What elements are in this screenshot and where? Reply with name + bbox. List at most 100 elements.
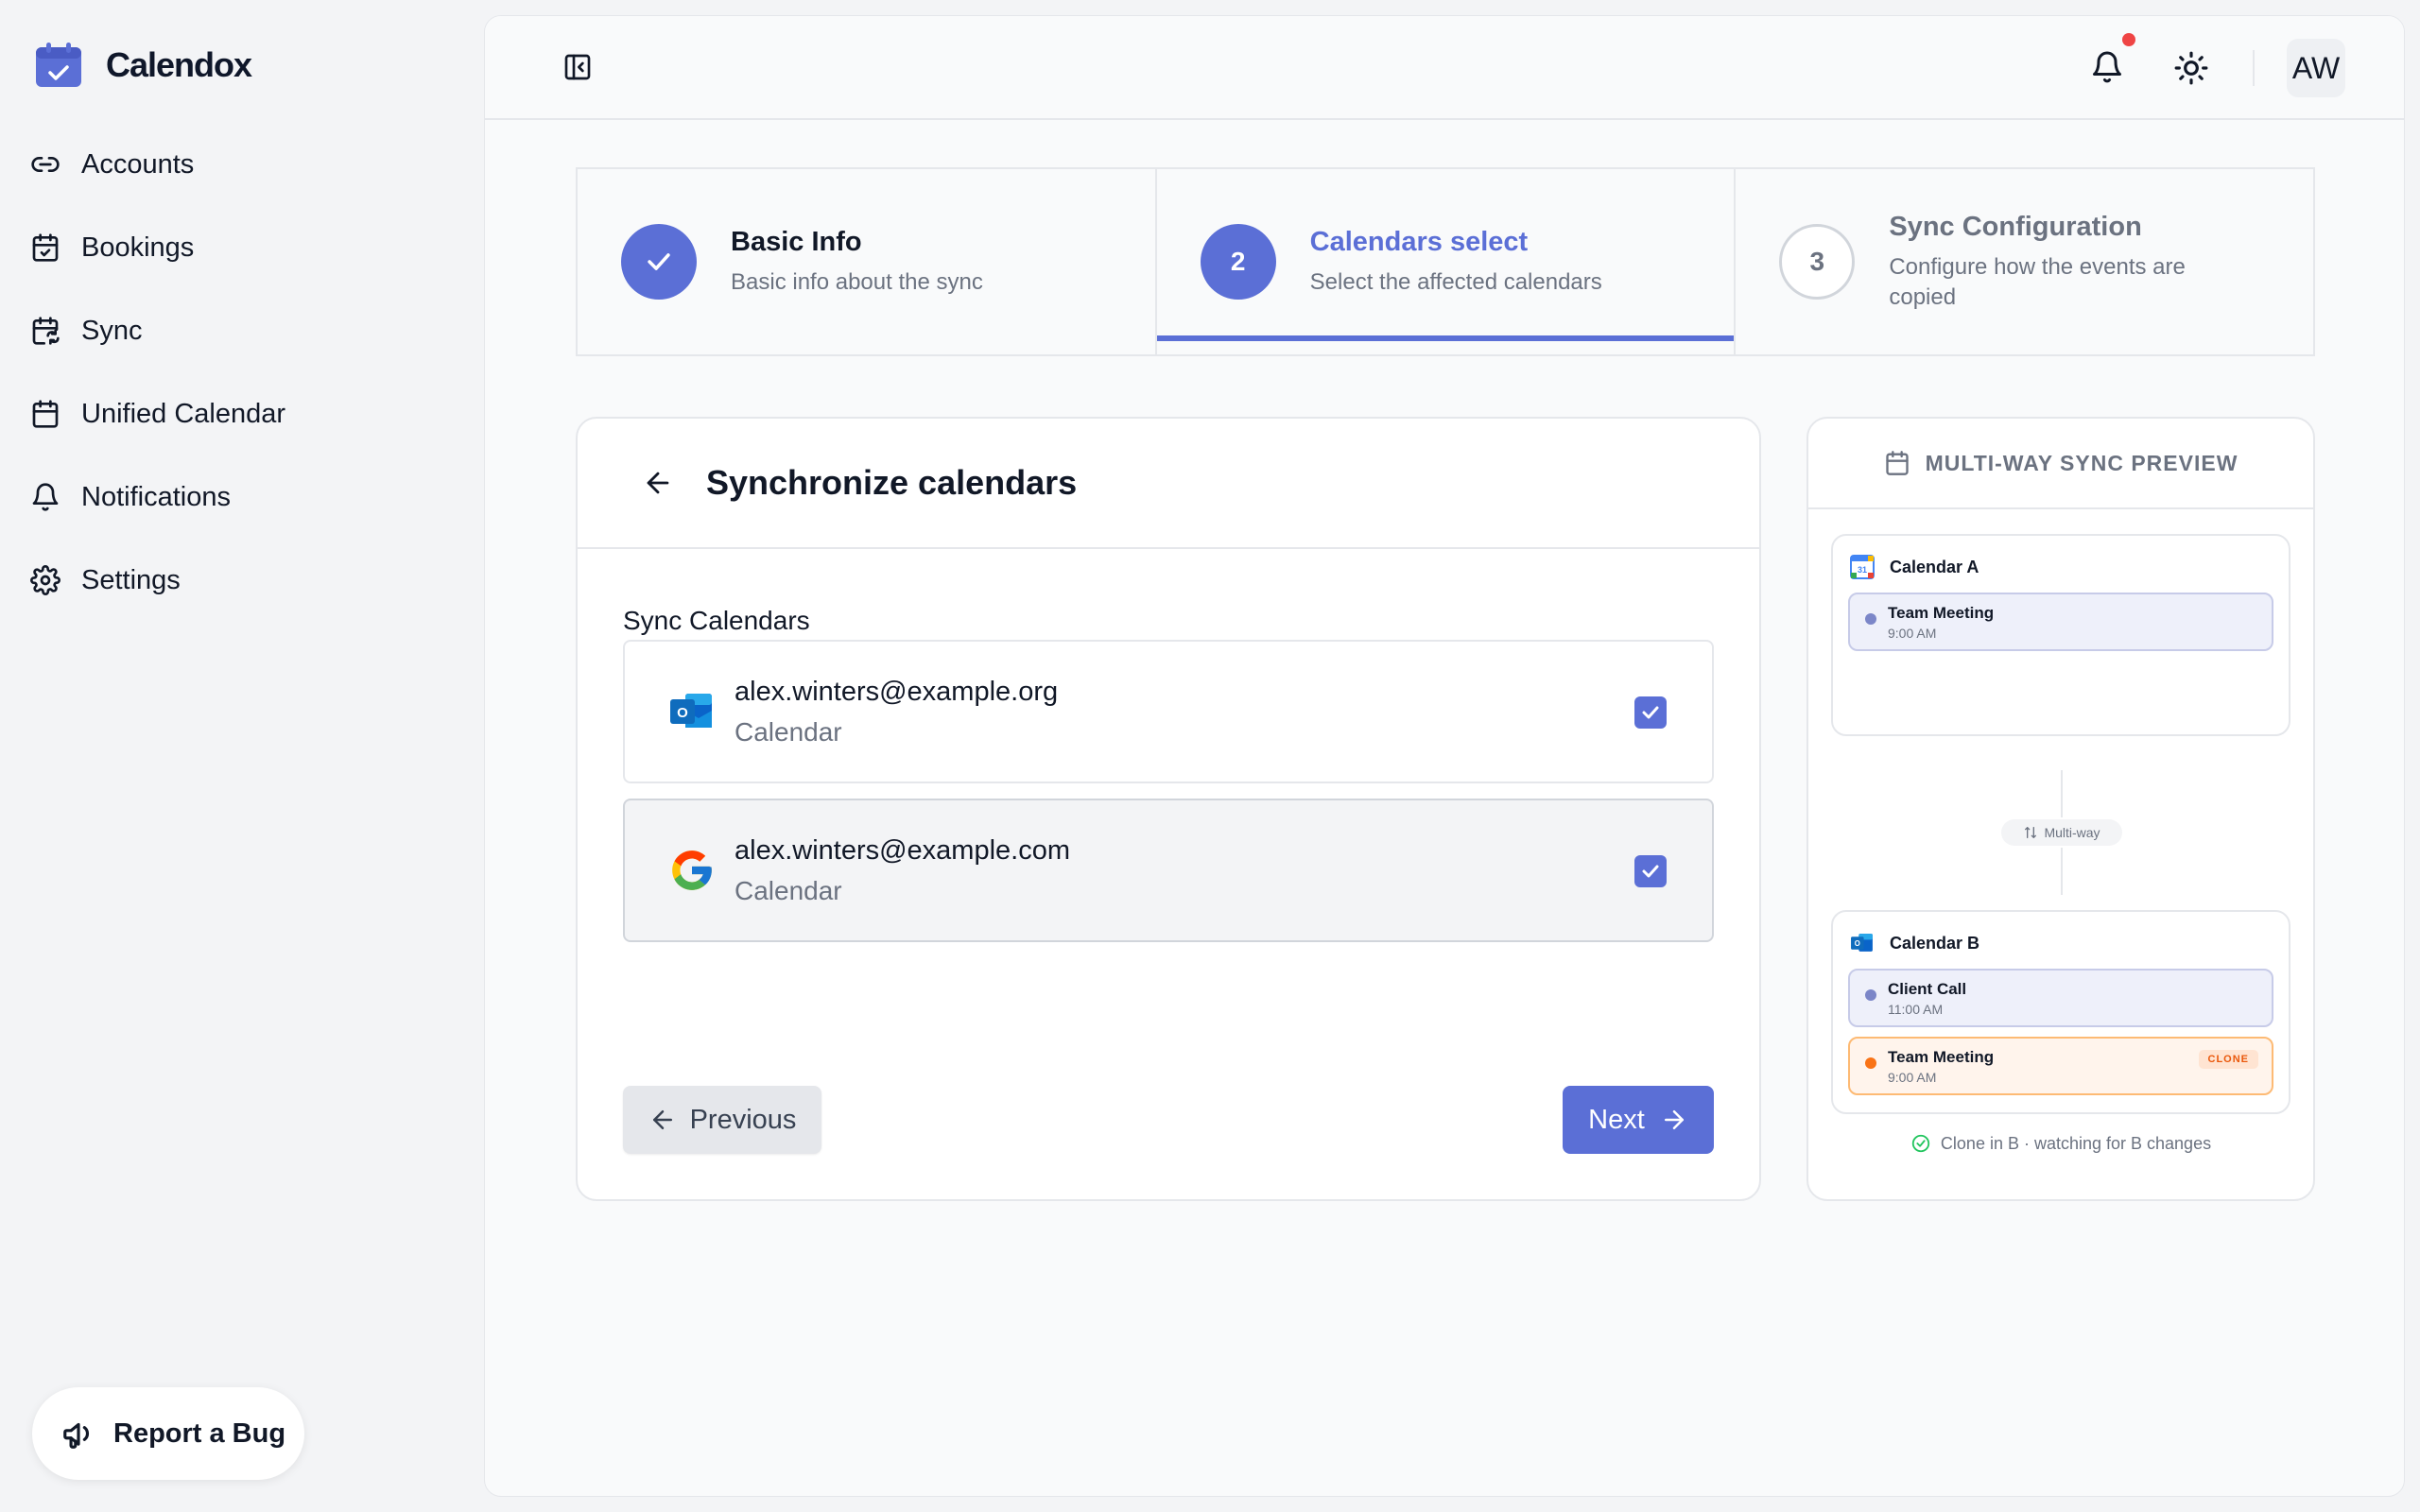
previous-button[interactable]: Previous bbox=[623, 1086, 821, 1154]
arrow-right-icon bbox=[1664, 1110, 1684, 1129]
calendar-logo-icon bbox=[36, 43, 81, 87]
app-name: Calendox bbox=[106, 45, 252, 84]
step-title: Sync Configuration bbox=[1889, 211, 2142, 242]
next-label: Next bbox=[1588, 1104, 1645, 1135]
check-icon bbox=[648, 253, 670, 270]
topbar-divider bbox=[2253, 50, 2255, 86]
connector-line bbox=[2061, 848, 2063, 895]
google-icon bbox=[672, 850, 712, 890]
gear-icon bbox=[30, 565, 60, 595]
calendar-sublabel: Calendar bbox=[735, 716, 842, 747]
sidebar-item-label: Bookings bbox=[81, 232, 195, 263]
topbar: AW bbox=[485, 16, 2404, 120]
preview-calendar-name: Calendar B bbox=[1890, 933, 1980, 953]
calendar-icon bbox=[32, 400, 59, 428]
step-complete-indicator bbox=[621, 224, 697, 300]
connector-line bbox=[2061, 770, 2063, 817]
calendar-checkbox[interactable] bbox=[1634, 855, 1667, 887]
avatar[interactable]: AW bbox=[2287, 39, 2345, 97]
event-dot bbox=[1865, 1057, 1876, 1069]
swap-vertical-icon bbox=[2025, 827, 2037, 838]
event-time: 9:00 AM bbox=[1888, 1070, 1937, 1085]
link-icon bbox=[31, 157, 60, 172]
card-header: Synchronize calendars bbox=[578, 419, 1759, 549]
step-title: Calendars select bbox=[1309, 226, 1529, 257]
outlook-icon: O bbox=[1851, 934, 1873, 952]
sidebar-item-label: Settings bbox=[81, 564, 181, 595]
step-calendars-select[interactable]: 2 Calendars select Select the affected c… bbox=[1154, 169, 1735, 354]
card-title: Synchronize calendars bbox=[706, 463, 1078, 502]
preview-footer: Clone in B · watching for B changes bbox=[1808, 1133, 2313, 1154]
calendar-row-google[interactable]: alex.winters@example.com Calendar bbox=[623, 799, 1714, 942]
check-icon bbox=[1642, 706, 1659, 719]
event-title: Team Meeting bbox=[1888, 604, 1995, 622]
sidebar-item-settings[interactable]: Settings bbox=[30, 539, 285, 622]
check-icon bbox=[1642, 865, 1659, 878]
step-description: Select the affected calendars bbox=[1309, 268, 1602, 295]
sidebar-item-accounts[interactable]: Accounts bbox=[30, 123, 285, 206]
report-bug-label: Report a Bug bbox=[113, 1418, 286, 1449]
preview-event-clone: Team Meeting 9:00 AM CLONE bbox=[1848, 1037, 2273, 1095]
step-sync-configuration[interactable]: 3 Sync Configuration Configure how the e… bbox=[1734, 169, 2313, 354]
sidebar-item-label: Sync bbox=[81, 315, 143, 346]
next-button[interactable]: Next bbox=[1563, 1086, 1714, 1154]
calendar-sync-icon bbox=[32, 317, 60, 345]
main-panel: AW Basic Info Basic info about the sync … bbox=[484, 15, 2405, 1497]
calendar-email: alex.winters@example.org bbox=[735, 676, 1059, 707]
sidebar-collapse-icon[interactable] bbox=[562, 52, 593, 82]
sidebar-item-label: Notifications bbox=[81, 481, 231, 512]
notifications-bell-icon[interactable] bbox=[2090, 50, 2124, 84]
outlook-icon: O bbox=[670, 694, 712, 728]
sidebar: Calendox Accounts Bookings Sync Unified … bbox=[0, 0, 484, 1512]
svg-text:O: O bbox=[1855, 939, 1860, 948]
preview-calendar-a: 31 Calendar A Team Meeting 9:00 AM bbox=[1831, 534, 2290, 736]
back-arrow-icon[interactable] bbox=[642, 467, 674, 499]
calendar-check-icon bbox=[32, 233, 59, 262]
stepper: Basic Info Basic info about the sync 2 C… bbox=[576, 167, 2315, 356]
previous-label: Previous bbox=[689, 1104, 797, 1135]
sidebar-item-label: Accounts bbox=[81, 148, 195, 180]
clone-badge: CLONE bbox=[2198, 1050, 2258, 1069]
sync-preview-panel: MULTI-WAY SYNC PREVIEW 31 Calendar A Tea… bbox=[1806, 417, 2315, 1201]
preview-header: MULTI-WAY SYNC PREVIEW bbox=[1808, 419, 2313, 509]
notification-dot bbox=[2122, 33, 2135, 46]
google-calendar-icon: 31 bbox=[1850, 555, 1875, 579]
sidebar-item-label: Unified Calendar bbox=[81, 398, 286, 429]
step-description: Basic info about the sync bbox=[731, 268, 983, 295]
event-dot bbox=[1865, 613, 1876, 625]
multi-way-badge: Multi-way bbox=[2001, 819, 2122, 846]
calendar-sublabel: Calendar bbox=[735, 875, 842, 905]
step-number: 2 bbox=[1200, 224, 1276, 300]
preview-title: MULTI-WAY SYNC PREVIEW bbox=[1925, 450, 2238, 475]
step-number: 3 bbox=[1779, 224, 1856, 300]
report-bug-button[interactable]: Report a Bug bbox=[32, 1387, 304, 1480]
brand[interactable]: Calendox bbox=[34, 42, 252, 89]
calendar-row-outlook[interactable]: O alex.winters@example.org Calendar bbox=[623, 640, 1714, 783]
sidebar-nav: Accounts Bookings Sync Unified Calendar bbox=[30, 123, 285, 622]
event-title: Client Call bbox=[1888, 980, 1967, 998]
sidebar-item-notifications[interactable]: Notifications bbox=[30, 455, 285, 539]
step-title: Basic Info bbox=[731, 226, 862, 257]
sun-icon[interactable] bbox=[2173, 50, 2209, 86]
svg-text:31: 31 bbox=[1858, 565, 1867, 575]
megaphone-icon bbox=[63, 1422, 90, 1449]
check-circle-icon bbox=[1911, 1134, 1930, 1153]
arrow-left-icon bbox=[652, 1110, 672, 1129]
preview-calendar-name: Calendar A bbox=[1890, 557, 1979, 576]
event-time: 11:00 AM bbox=[1888, 1002, 1944, 1017]
sidebar-item-unified-calendar[interactable]: Unified Calendar bbox=[30, 372, 285, 455]
event-dot bbox=[1865, 989, 1876, 1001]
step-description: Configure how the events are copied bbox=[1889, 253, 2186, 310]
preview-calendar-b: O Calendar B Client Call 11:00 AM Team M… bbox=[1831, 910, 2290, 1114]
multi-way-label: Multi-way bbox=[2044, 825, 2100, 840]
calendar-icon bbox=[1885, 451, 1909, 475]
event-time: 9:00 AM bbox=[1888, 626, 1937, 641]
step-basic-info[interactable]: Basic Info Basic info about the sync bbox=[578, 169, 1155, 354]
sidebar-item-sync[interactable]: Sync bbox=[30, 289, 285, 372]
preview-event: Client Call 11:00 AM bbox=[1848, 969, 2273, 1027]
section-label: Sync Calendars bbox=[623, 606, 810, 635]
calendar-checkbox[interactable] bbox=[1634, 696, 1667, 729]
sync-calendars-card: Synchronize calendars Sync Calendars O a… bbox=[576, 417, 1761, 1201]
bell-icon bbox=[32, 483, 59, 511]
sidebar-item-bookings[interactable]: Bookings bbox=[30, 206, 285, 289]
